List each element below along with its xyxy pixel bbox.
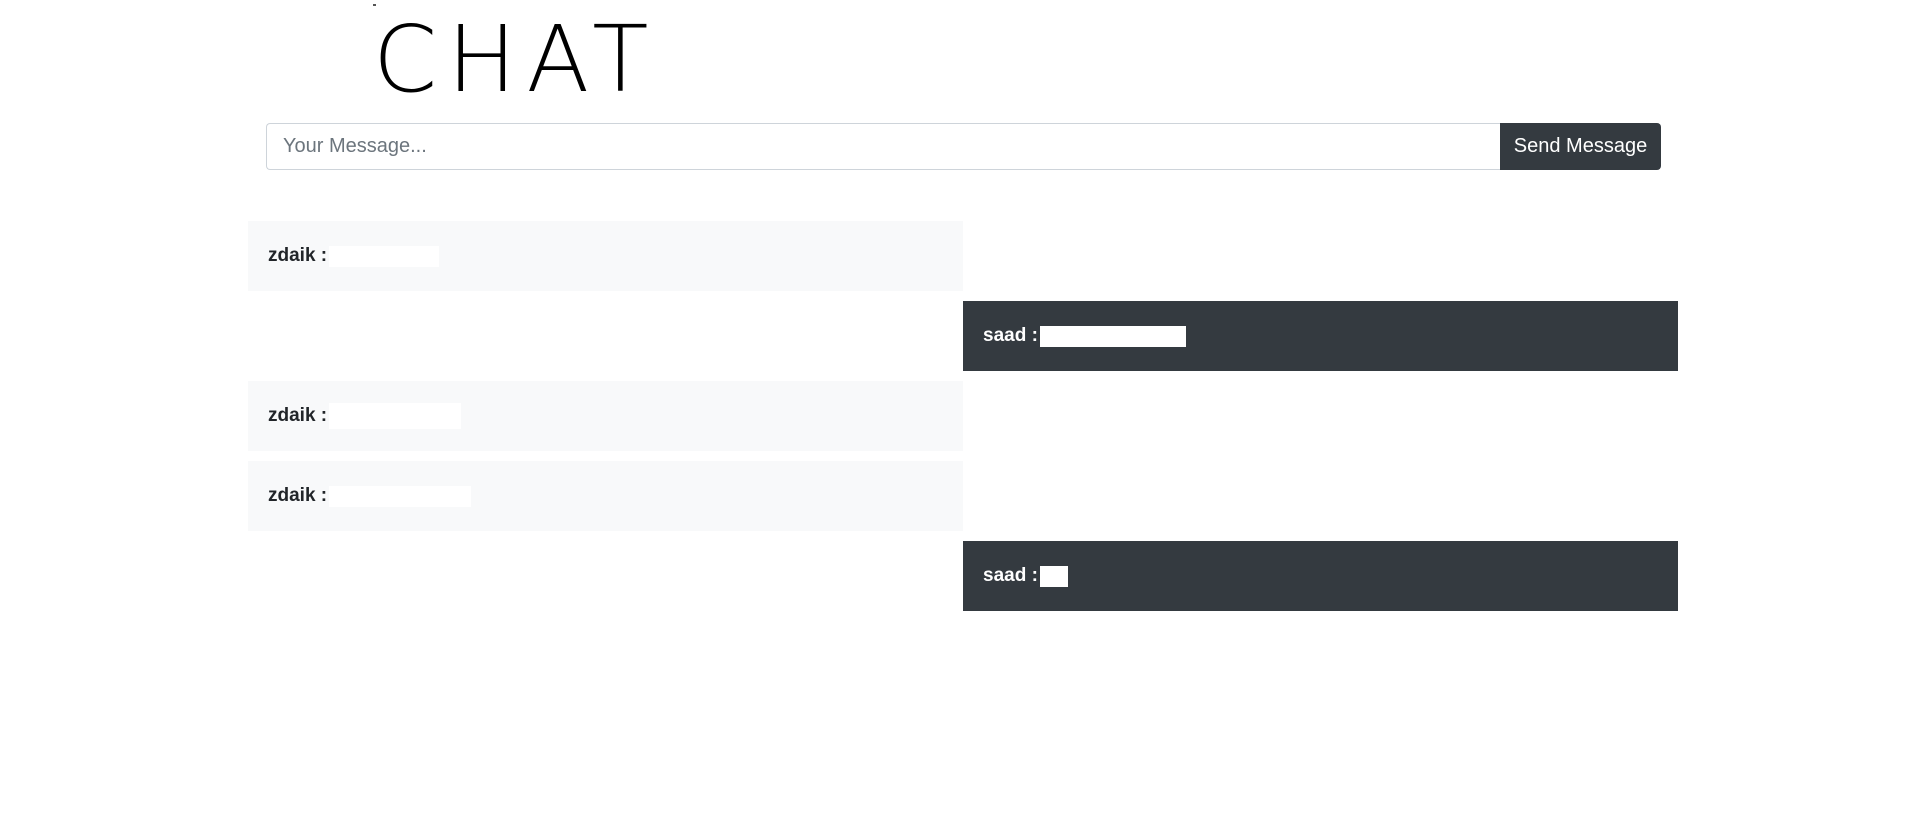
message-list: zdaik : saad : zdaik : zdaik : saad : xyxy=(248,221,1678,621)
message-author: zdaik : xyxy=(268,245,328,266)
message-item: saad : xyxy=(963,301,1678,371)
message-author: zdaik : xyxy=(268,485,328,506)
chat-page: CHAT Send Message zdaik : saad : zdaik :… xyxy=(0,0,1914,816)
message-item: zdaik : xyxy=(248,381,963,451)
send-message-button[interactable]: Send Message xyxy=(1500,123,1661,170)
redacted-message-text xyxy=(329,403,462,429)
message-item: zdaik : xyxy=(248,461,963,531)
message-input[interactable] xyxy=(266,123,1500,170)
chat-logo: CHAT xyxy=(373,6,659,113)
message-author: saad : xyxy=(983,325,1038,346)
message-item: saad : xyxy=(963,541,1678,611)
redacted-message-text xyxy=(1039,325,1186,347)
message-author: saad : xyxy=(983,565,1038,586)
redacted-message-text xyxy=(329,485,472,507)
redacted-message-text xyxy=(329,245,440,267)
message-item: zdaik : xyxy=(248,221,963,291)
redacted-message-text xyxy=(1039,565,1068,587)
message-composer: Send Message xyxy=(266,123,1661,170)
message-author: zdaik : xyxy=(268,405,328,426)
